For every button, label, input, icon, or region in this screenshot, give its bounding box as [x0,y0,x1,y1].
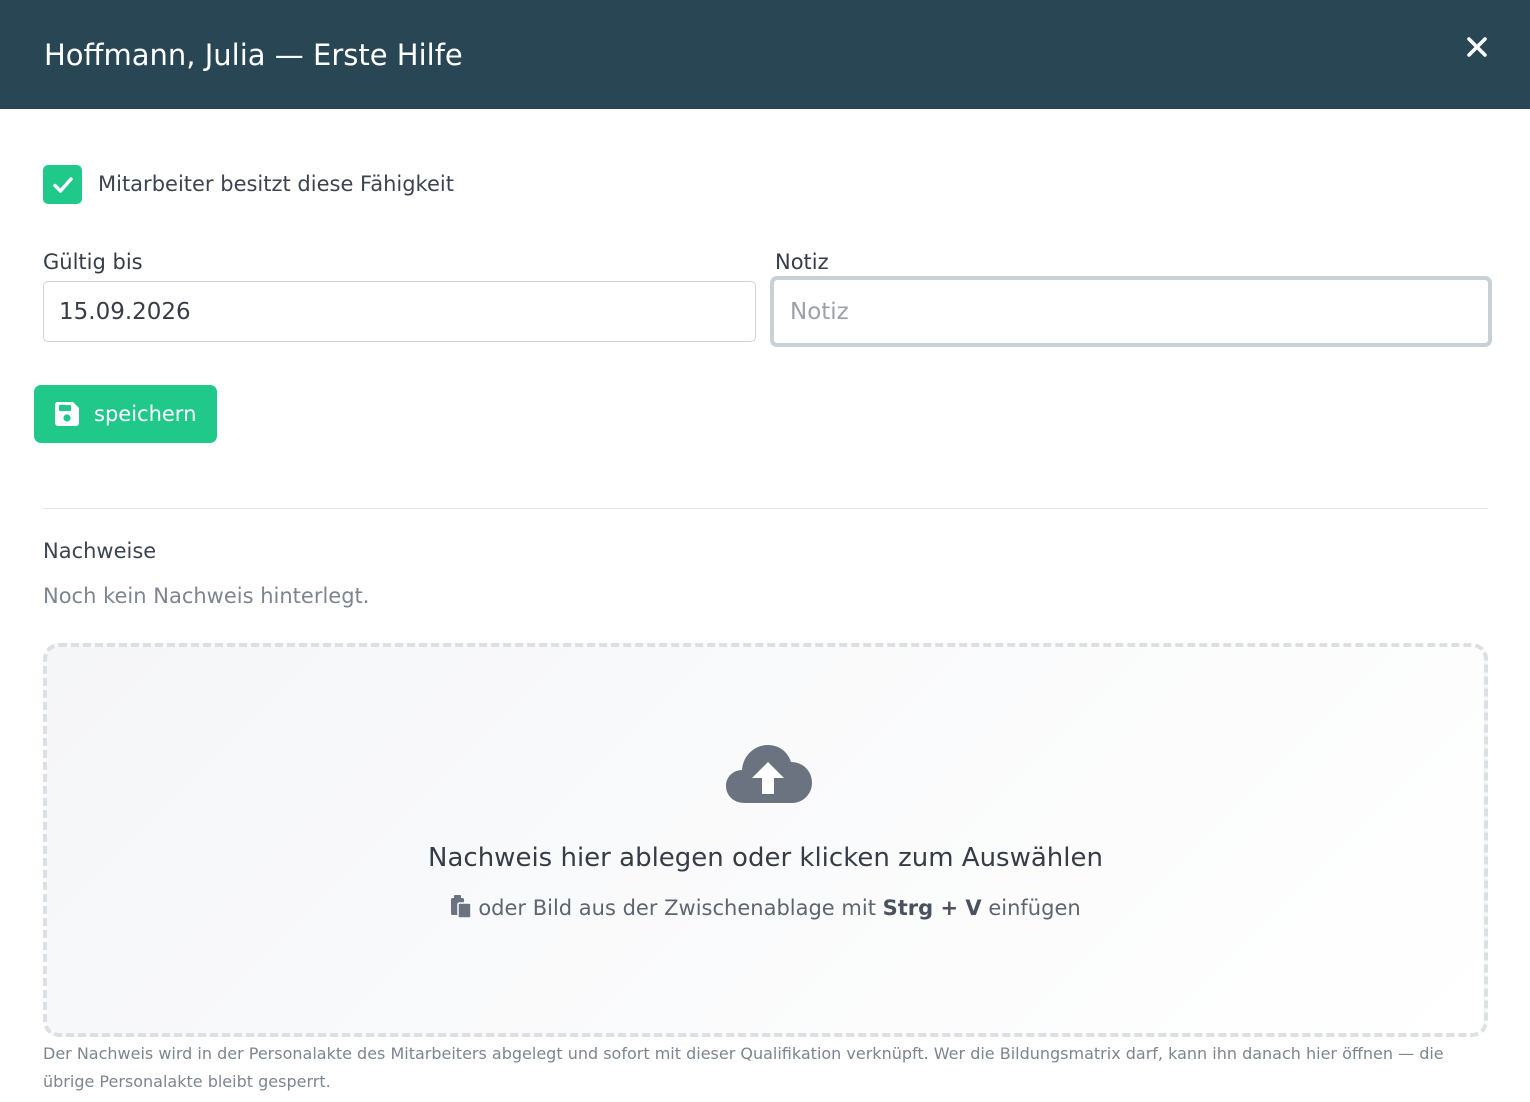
note-input[interactable] [770,276,1492,347]
paste-shortcut: Strg + V [882,896,982,920]
paste-prefix: oder Bild aus der Zwischenablage mit [478,896,876,920]
evidence-empty-text: Noch kein Nachweis hinterlegt. [43,584,370,608]
section-divider [43,508,1488,509]
dialog-header: Hoffmann, Julia — Erste Hilfe [0,0,1530,109]
evidence-hint: Der Nachweis wird in der Personalakte de… [43,1044,1444,1091]
dropzone-paste-hint: oder Bild aus der Zwischenablage mit Str… [47,894,1484,922]
clipboard-icon [451,895,473,918]
dropzone-title: Nachweis hier ablegen oder klicken zum A… [428,843,1103,873]
has-skill-label: Mitarbeiter besitzt diese Fähigkeit [98,172,454,196]
checkmark-icon [53,177,73,193]
close-button[interactable] [1462,32,1492,62]
valid-until-label: Gültig bis [43,250,143,274]
has-skill-checkbox[interactable] [43,165,82,204]
note-label: Notiz [775,250,829,274]
valid-until-input[interactable] [43,281,756,342]
dialog-title: Hoffmann, Julia — Erste Hilfe [44,38,463,72]
save-button-label: speichern [94,402,197,426]
close-icon [1467,37,1487,57]
evidence-section-title: Nachweise [43,539,157,563]
paste-suffix: einfügen [988,896,1081,920]
floppy-disk-icon [54,402,79,426]
cloud-upload-icon [726,745,812,803]
save-button[interactable]: speichern [34,385,217,443]
evidence-dropzone[interactable]: Nachweis hier ablegen oder klicken zum A… [43,643,1488,1037]
